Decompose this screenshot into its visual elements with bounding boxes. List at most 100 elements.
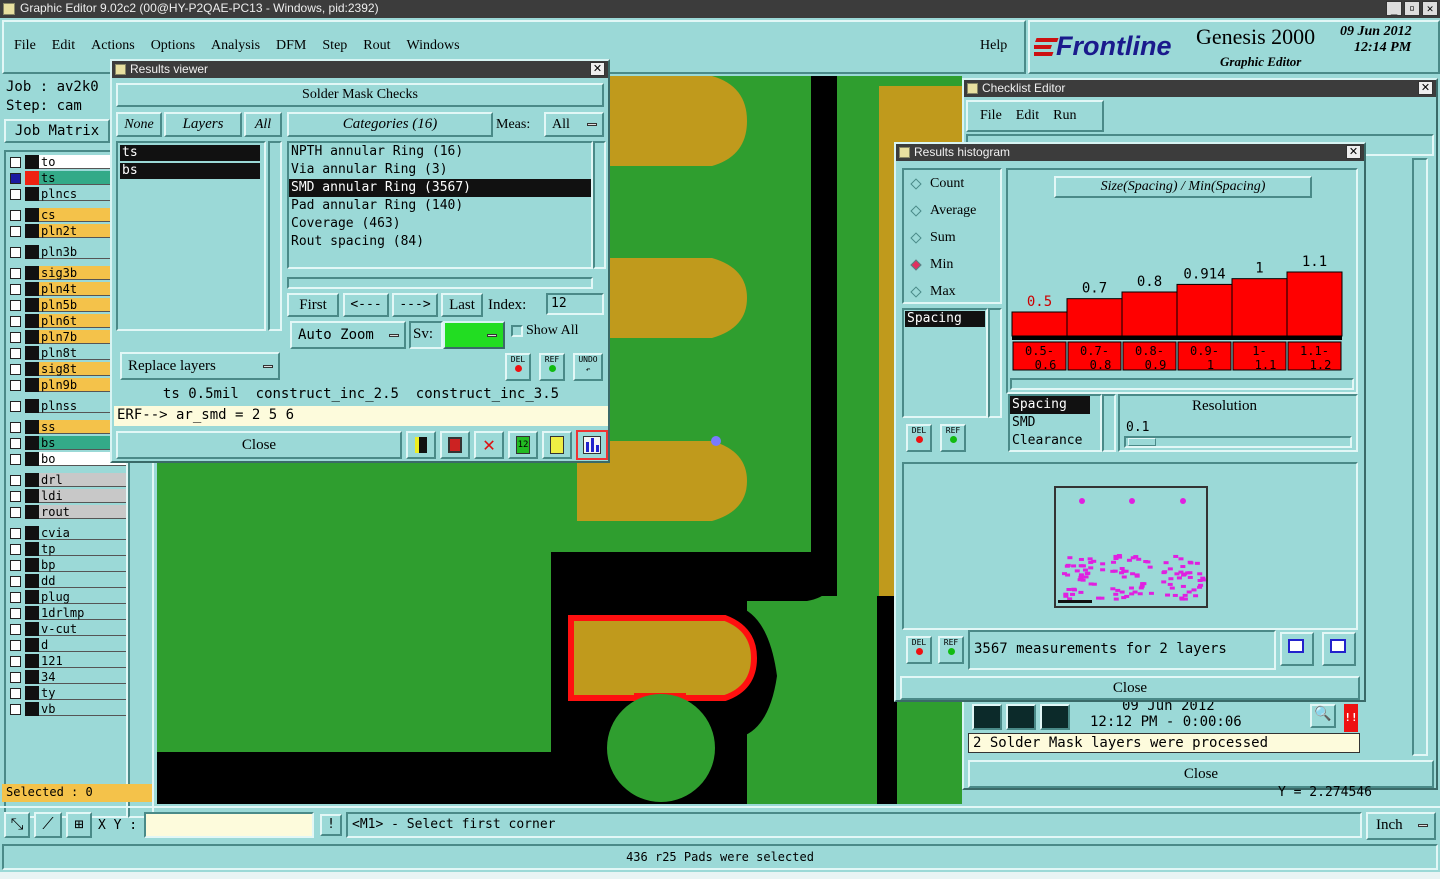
layer-row-pln7b[interactable]: pln7b bbox=[6, 329, 126, 345]
layer-checkbox[interactable] bbox=[10, 299, 21, 311]
layer-row-pln2t[interactable]: pln2t bbox=[6, 223, 126, 239]
mode-count[interactable]: Count bbox=[904, 170, 1000, 197]
menu-actions[interactable]: Actions bbox=[91, 38, 135, 54]
layer-checkbox[interactable] bbox=[10, 639, 21, 651]
layer-checkbox[interactable] bbox=[10, 591, 21, 603]
menu-analysis[interactable]: Analysis bbox=[211, 38, 260, 54]
layer-row-ty[interactable]: ty bbox=[6, 685, 126, 701]
histogram-bar[interactable] bbox=[1066, 298, 1123, 337]
tool-icon-1[interactable]: ⤡ bbox=[4, 812, 30, 838]
menu-step[interactable]: Step bbox=[322, 38, 347, 54]
layer-checkbox[interactable] bbox=[10, 246, 21, 258]
layer-row-pln5b[interactable]: pln5b bbox=[6, 297, 126, 313]
close-icon[interactable]: ✕ bbox=[1418, 81, 1433, 95]
layer-checkbox[interactable] bbox=[10, 527, 21, 539]
histogram-bar[interactable] bbox=[1121, 291, 1178, 337]
layer-row-tp[interactable]: tp bbox=[6, 541, 126, 557]
layer-row-plnss[interactable]: plnss bbox=[6, 398, 126, 414]
layer-row-ldi[interactable]: ldi bbox=[6, 488, 126, 504]
category-hscrollbar[interactable] bbox=[287, 277, 593, 289]
mode-sum[interactable]: Sum bbox=[904, 224, 1000, 251]
layer-checkbox[interactable] bbox=[10, 623, 21, 635]
type-item[interactable]: Spacing bbox=[905, 311, 985, 327]
mode-min[interactable]: Min bbox=[904, 251, 1000, 278]
layer-checkbox[interactable] bbox=[10, 156, 21, 168]
hist-ref-button[interactable]: REF bbox=[940, 424, 966, 452]
checklist-menu-file[interactable]: File bbox=[980, 108, 1002, 124]
layer-row-121[interactable]: 121 bbox=[6, 653, 126, 669]
category-item[interactable]: Coverage (463) bbox=[289, 215, 591, 233]
index-input[interactable]: 12 bbox=[546, 293, 604, 315]
menu-dfm[interactable]: DFM bbox=[276, 38, 306, 54]
exit-icon-button[interactable] bbox=[440, 431, 470, 459]
layer-checkbox[interactable] bbox=[10, 188, 21, 200]
layer-checkbox[interactable] bbox=[10, 543, 21, 555]
category-item[interactable]: SMD annular Ring (3567) bbox=[289, 179, 591, 197]
show-all-checkbox[interactable] bbox=[511, 325, 523, 337]
category-item[interactable]: Pad annular Ring (140) bbox=[289, 197, 591, 215]
layer-row-34[interactable]: 34 bbox=[6, 669, 126, 685]
layer-row-plug[interactable]: plug bbox=[6, 589, 126, 605]
close-icon[interactable]: ✕ bbox=[590, 62, 605, 76]
zoom-icon-button[interactable]: 🔍 bbox=[1310, 704, 1336, 728]
layer-checkbox[interactable] bbox=[10, 453, 21, 465]
layer-checkbox[interactable] bbox=[10, 490, 21, 502]
histogram-titlebar[interactable]: Results histogram ✕ bbox=[896, 144, 1364, 161]
layer-row-pln9b[interactable]: pln9b bbox=[6, 377, 126, 393]
unit-dropdown[interactable]: Inch bbox=[1366, 812, 1436, 840]
result-layer-item[interactable]: ts bbox=[120, 145, 260, 161]
sv-color-dropdown[interactable] bbox=[443, 321, 505, 349]
menu-edit[interactable]: Edit bbox=[52, 38, 75, 54]
layer-checkbox[interactable] bbox=[10, 331, 21, 343]
results-close-button[interactable]: Close bbox=[116, 431, 402, 459]
layer-row-pln8t[interactable]: pln8t bbox=[6, 345, 126, 361]
layer-checkbox[interactable] bbox=[10, 225, 21, 237]
snapshot-icon-button[interactable] bbox=[1322, 632, 1356, 666]
histogram-close-button[interactable]: Close bbox=[900, 676, 1360, 700]
hist-del-button[interactable]: DEL bbox=[906, 424, 932, 452]
export-icon-button[interactable] bbox=[1280, 632, 1314, 666]
layer-row-pln6t[interactable]: pln6t bbox=[6, 313, 126, 329]
layer-row-cs[interactable]: cs bbox=[6, 207, 126, 223]
layer-row-1drlmp[interactable]: 1drlmp bbox=[6, 605, 126, 621]
categories-button[interactable]: Categories (16) bbox=[287, 112, 493, 137]
all-button[interactable]: All bbox=[244, 112, 282, 137]
layer-row-v-cut[interactable]: v-cut bbox=[6, 621, 126, 637]
result-layer-item[interactable]: bs bbox=[120, 163, 260, 179]
first-button[interactable]: First bbox=[287, 293, 339, 317]
histogram-bar[interactable] bbox=[1286, 271, 1343, 337]
layer-row-pln4t[interactable]: pln4t bbox=[6, 281, 126, 297]
histogram-icon-button[interactable] bbox=[576, 430, 608, 460]
auto-zoom-dropdown[interactable]: Auto Zoom bbox=[290, 321, 406, 349]
undo-button[interactable]: UNDO ↶ bbox=[573, 353, 603, 381]
layer-checkbox[interactable] bbox=[10, 283, 21, 295]
layer-checkbox[interactable] bbox=[10, 421, 21, 433]
layer-row-drl[interactable]: drl bbox=[6, 472, 126, 488]
layer-checkbox[interactable] bbox=[10, 363, 21, 375]
resolution-slider[interactable] bbox=[1124, 436, 1352, 448]
histogram-bar[interactable] bbox=[1176, 283, 1233, 337]
layer-checkbox[interactable] bbox=[10, 559, 21, 571]
report-icon-button[interactable] bbox=[542, 431, 572, 459]
layer-checkbox[interactable] bbox=[10, 209, 21, 221]
layer-checkbox[interactable] bbox=[10, 575, 21, 587]
category-item[interactable]: NPTH annular Ring (16) bbox=[289, 143, 591, 161]
category-item[interactable]: Via annular Ring (3) bbox=[289, 161, 591, 179]
menu-help[interactable]: Help bbox=[980, 38, 1007, 54]
sort-item[interactable]: Clearance bbox=[1010, 432, 1100, 450]
layer-checkbox[interactable] bbox=[10, 655, 21, 667]
preview-ref-button[interactable]: REF bbox=[938, 636, 964, 664]
job-matrix-button[interactable]: Job Matrix bbox=[4, 119, 110, 143]
category-item[interactable]: Rout spacing (84) bbox=[289, 233, 591, 251]
next-button[interactable]: ---> bbox=[392, 293, 438, 317]
layer-checkbox[interactable] bbox=[10, 379, 21, 391]
close-icon[interactable]: ✕ bbox=[1346, 145, 1361, 159]
ref-button[interactable]: REF bbox=[539, 353, 565, 381]
layer-row-vb[interactable]: vb bbox=[6, 701, 126, 717]
layer-row-d[interactable]: d bbox=[6, 637, 126, 653]
list-icon-button[interactable]: 12 bbox=[508, 431, 538, 459]
layer-checkbox[interactable] bbox=[10, 172, 21, 184]
category-list-scrollbar[interactable] bbox=[593, 141, 606, 269]
layer-checkbox[interactable] bbox=[10, 400, 21, 412]
menu-options[interactable]: Options bbox=[151, 38, 195, 54]
